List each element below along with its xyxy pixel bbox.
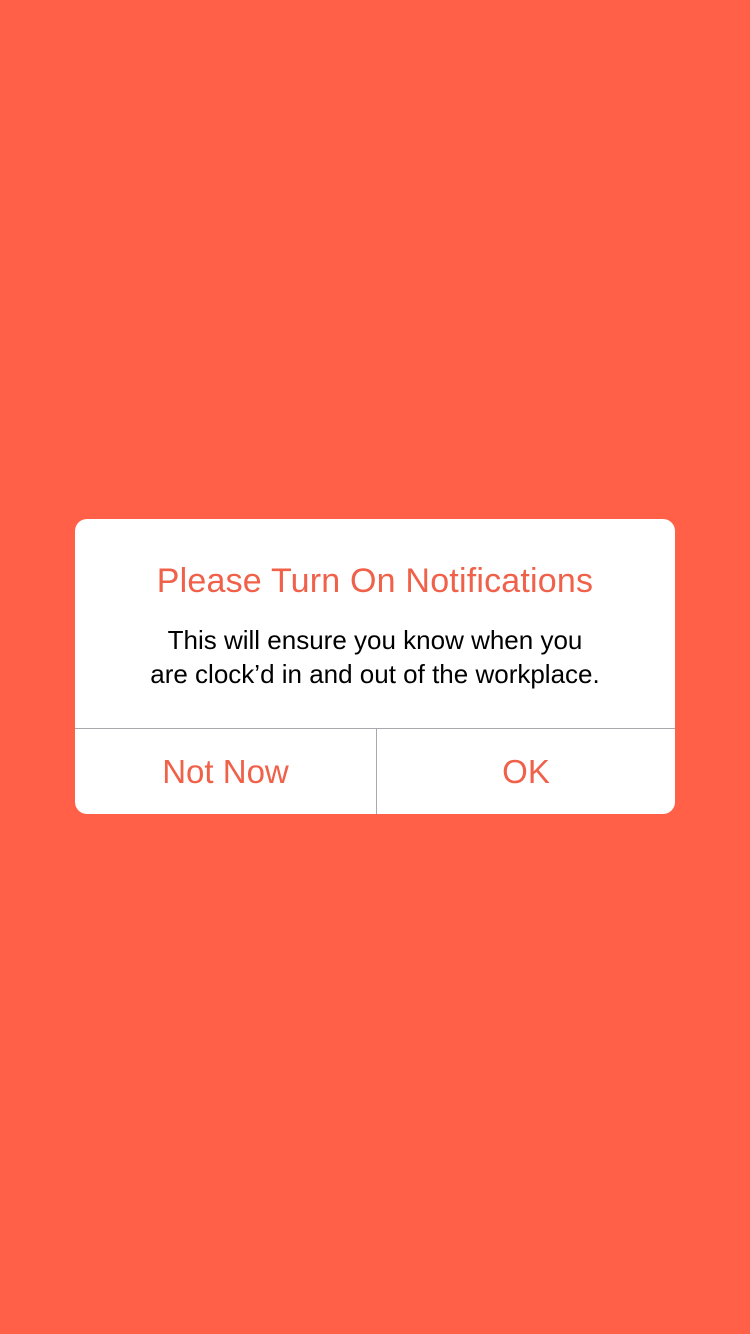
app-background: Please Turn On Notifications This will e… [0,0,750,1334]
alert-title: Please Turn On Notifications [156,562,594,600]
notification-alert-dialog: Please Turn On Notifications This will e… [75,519,675,814]
alert-message: This will ensure you know when you are c… [95,623,655,691]
alert-message-line: are clock’d in and out of the workplace. [150,659,600,689]
not-now-button[interactable]: Not Now [75,729,376,814]
alert-content: Please Turn On Notifications This will e… [75,519,675,728]
ok-button[interactable]: OK [377,729,675,814]
alert-message-line: This will ensure you know when you [167,625,583,655]
